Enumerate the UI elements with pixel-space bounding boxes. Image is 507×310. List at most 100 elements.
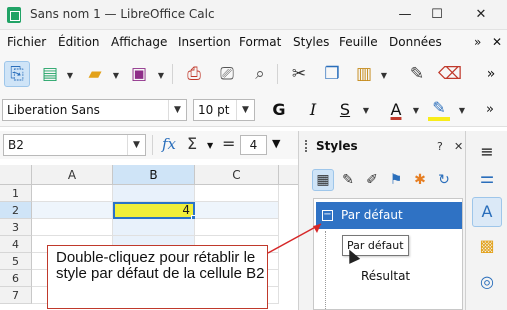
font-color-button[interactable]: A (385, 99, 407, 121)
paste-dropdown-icon[interactable]: ▼ (380, 71, 388, 80)
cell-b2[interactable]: 4 (113, 202, 195, 219)
toolbar-separator (172, 64, 173, 84)
menu-styles[interactable]: Styles (293, 35, 329, 49)
title-bar: Sans nom 1 — LibreOffice Calc — ☐ ✕ (0, 0, 507, 30)
menu-fichier[interactable]: Fichier (7, 35, 46, 49)
cell-a3[interactable] (32, 219, 113, 236)
standard-toolbar: ⎘ ▤ ▼ ▰ ▼ ▣ ▼ ⎙ ⎚ ⌕ ✂ ❐ ▥ ▼ ✎ ⌫ » (0, 54, 507, 94)
tree-connector (325, 231, 326, 309)
italic-button[interactable]: I (302, 99, 324, 121)
style-category-toolbar: ▦ ✎ ✐ ⚑ ✱ ↻ (309, 168, 464, 194)
selected-style-label: Par défaut (341, 208, 403, 222)
open-dropdown-icon[interactable]: ▼ (112, 71, 120, 80)
gallery-tab-icon[interactable]: ▩ (472, 231, 502, 261)
formatting-toolbar: Liberation Sans ▼ 10 pt ▼ G I S ▼ A ▼ ✎ … (0, 94, 507, 127)
font-name-box[interactable]: Liberation Sans ▼ (2, 99, 187, 121)
style-item-par-defaut[interactable]: − Par défaut (316, 202, 462, 229)
select-all-corner[interactable] (0, 165, 32, 185)
format-overflow-button[interactable]: » (479, 99, 501, 121)
column-header-c[interactable]: C (195, 165, 279, 185)
new-icon[interactable]: ▤ (37, 61, 63, 87)
cell-styles-icon[interactable]: ▦ (312, 169, 334, 191)
navigator-tab-icon[interactable]: ◎ (472, 267, 502, 297)
sidebar-tab-bar: ≡ ⚌ A ▩ ◎ (465, 131, 507, 310)
sum-dropdown-icon[interactable]: ▼ (207, 141, 213, 150)
style-item-resultat[interactable]: Résultat (361, 269, 410, 283)
annotation-callout: Double-cliquez pour rétablir le style pa… (47, 245, 268, 309)
formula-separator (152, 135, 153, 155)
row-header-7[interactable]: 7 (0, 287, 32, 304)
close-window-button[interactable]: ✕ (464, 3, 498, 27)
load-remote-icon[interactable]: ⎘ (4, 61, 30, 87)
save-dropdown-icon[interactable]: ▼ (157, 71, 165, 80)
cell-a1[interactable] (32, 185, 113, 202)
styles-tab-icon[interactable]: A (472, 197, 502, 227)
font-name-value: Liberation Sans (7, 103, 100, 117)
menu-affichage[interactable]: Affichage (111, 35, 167, 49)
cell-b1[interactable] (113, 185, 195, 202)
update-style-icon[interactable]: ✱ (409, 169, 431, 191)
cell-c3[interactable] (195, 219, 279, 236)
toolbar-overflow-button[interactable]: » (478, 61, 504, 87)
cut-icon[interactable]: ✂ (286, 61, 312, 87)
maximize-button[interactable]: ☐ (420, 3, 454, 27)
properties-tab-icon[interactable]: ⚌ (472, 163, 502, 193)
column-header-b[interactable]: B (113, 165, 195, 185)
new-dropdown-icon[interactable]: ▼ (66, 71, 74, 80)
font-size-dropdown-icon[interactable]: ▼ (236, 100, 254, 120)
font-size-box[interactable]: 10 pt ▼ (193, 99, 255, 121)
menu-edition[interactable]: Édition (58, 35, 100, 49)
collapse-icon[interactable]: − (322, 210, 333, 221)
menu-donnees[interactable]: Données (389, 35, 442, 49)
underline-button[interactable]: S (334, 99, 356, 121)
row-header-3[interactable]: 3 (0, 219, 32, 236)
fill-format-icon[interactable]: ✐ (361, 169, 383, 191)
row-header-1[interactable]: 1 (0, 185, 32, 202)
column-header-a[interactable]: A (32, 165, 113, 185)
name-box[interactable]: B2 ▼ (3, 134, 146, 156)
new-style-icon[interactable]: ⚑ (385, 169, 407, 191)
underline-dropdown-icon[interactable]: ▼ (362, 106, 370, 115)
menu-insertion[interactable]: Insertion (178, 35, 231, 49)
row-header-2[interactable]: 2 (0, 202, 32, 219)
formula-equals-icon[interactable]: = (222, 134, 235, 153)
sidebar-title: Styles (316, 139, 358, 153)
cell-c1[interactable] (195, 185, 279, 202)
paste-icon[interactable]: ▥ (351, 61, 377, 87)
row-header-6[interactable]: 6 (0, 270, 32, 287)
name-box-dropdown-icon[interactable]: ▼ (127, 135, 145, 155)
sidebar-close-button[interactable]: ✕ (454, 140, 463, 153)
close-document-button[interactable]: ✕ (492, 35, 502, 49)
clear-formatting-icon[interactable]: ⌫ (437, 61, 463, 87)
cell-b3[interactable] (113, 219, 195, 236)
row-header-4[interactable]: 4 (0, 236, 32, 253)
minimize-button[interactable]: — (388, 3, 422, 27)
cell-a2[interactable] (32, 202, 113, 219)
highlight-color-icon[interactable]: ✎ (428, 99, 450, 121)
function-wizard-icon[interactable]: fx (162, 135, 176, 153)
export-pdf-icon[interactable]: ⎙ (181, 61, 207, 87)
cell-c2[interactable] (195, 202, 279, 219)
copy-icon[interactable]: ❐ (319, 61, 345, 87)
column-header-d[interactable] (279, 165, 298, 185)
page-styles-icon[interactable]: ✎ (337, 169, 359, 191)
menu-format[interactable]: Format (239, 35, 281, 49)
sidebar-grip-icon[interactable] (305, 140, 308, 152)
highlight-dropdown-icon[interactable]: ▼ (458, 106, 466, 115)
font-color-dropdown-icon[interactable]: ▼ (412, 106, 420, 115)
formula-input[interactable]: 4 (240, 135, 267, 155)
menu-feuille[interactable]: Feuille (339, 35, 378, 49)
save-icon[interactable]: ▣ (126, 61, 152, 87)
font-name-dropdown-icon[interactable]: ▼ (168, 100, 186, 120)
style-actions-icon[interactable]: ↻ (433, 169, 455, 191)
sidebar-help-button[interactable]: ? (437, 140, 443, 153)
menu-overflow-button[interactable]: » (474, 35, 481, 49)
clone-formatting-icon[interactable]: ✎ (404, 61, 430, 87)
expand-formula-icon[interactable]: ▼ (272, 137, 280, 150)
open-icon[interactable]: ▰ (82, 61, 108, 87)
print-icon[interactable]: ⎚ (214, 61, 240, 87)
bold-button[interactable]: G (268, 99, 290, 121)
sum-icon[interactable]: Σ (187, 134, 197, 153)
print-preview-icon[interactable]: ⌕ (247, 61, 273, 87)
row-header-5[interactable]: 5 (0, 253, 32, 270)
